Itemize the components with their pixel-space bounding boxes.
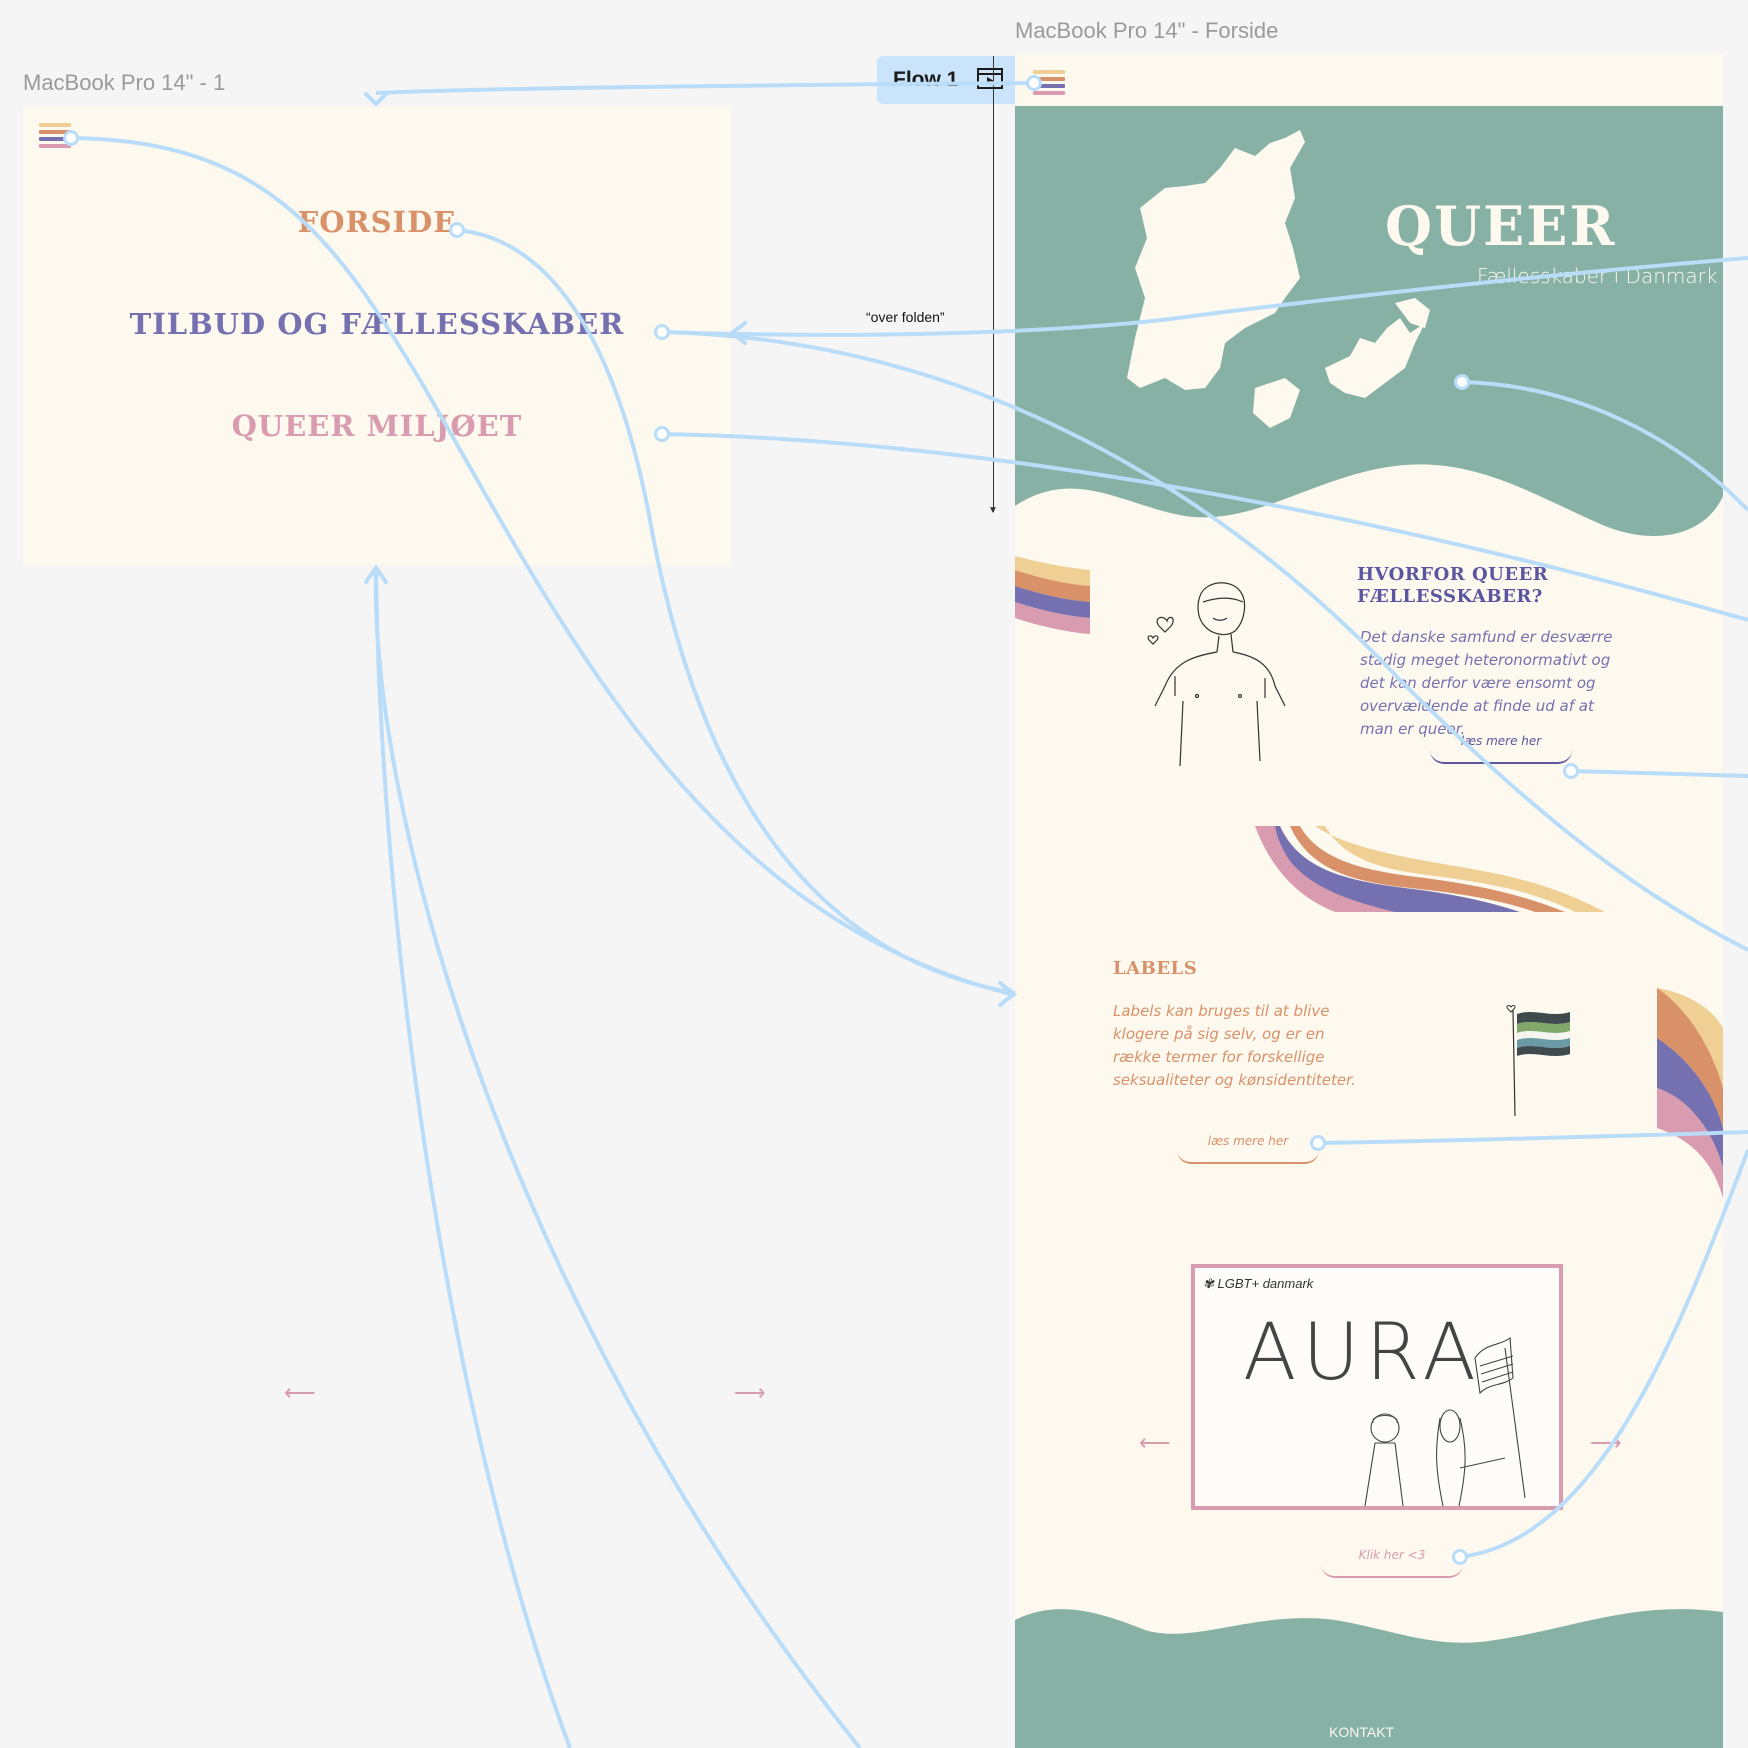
connection-node[interactable]	[1026, 75, 1042, 91]
connection-node[interactable]	[1563, 763, 1579, 779]
connection-node[interactable]	[654, 426, 670, 442]
fold-indicator-arrow: ▼	[988, 505, 998, 516]
rainbow-wave-decoration	[1255, 826, 1605, 912]
carousel-next-arrow[interactable]: ⟶	[1590, 1430, 1622, 1456]
carousel-prev-arrow[interactable]: ⟵	[1139, 1430, 1171, 1456]
flower-icon: ✾	[1203, 1276, 1214, 1291]
why-section-text: Det danske samfund er desværre stadig me…	[1360, 628, 1613, 738]
flow-badge-label: Flow 1	[893, 68, 959, 91]
play-frame-icon	[977, 68, 1003, 89]
carousel-card[interactable]: ✾ LGBT+ danmark AURA	[1191, 1264, 1563, 1510]
connection-node[interactable]	[1310, 1135, 1326, 1151]
menu-frame: FORSIDE TILBUD OG FÆLLESSKABER QUEER MIL…	[23, 107, 731, 565]
connection-node[interactable]	[654, 324, 670, 340]
menu-link-tilbud[interactable]: TILBUD OG FÆLLESSKABER	[23, 307, 731, 341]
two-people-with-flag-drawing	[1364, 1336, 1526, 1506]
lgbt-danmark-logo: ✾ LGBT+ danmark	[1203, 1276, 1313, 1292]
fold-note: “over folden”	[866, 309, 945, 325]
connection-node[interactable]	[449, 222, 465, 238]
why-section-title: HVORFOR QUEER FÆLLESSKABER?	[1357, 564, 1548, 608]
footer-contact-link[interactable]: KONTAKT	[1329, 1724, 1394, 1740]
homepage-frame: QUEER Fællesskaber i Danmark HVORFOR QUE…	[1015, 54, 1723, 1748]
logo-text: LGBT+ danmark	[1217, 1276, 1314, 1291]
hero-subtitle: Fællesskaber i Danmark	[1477, 264, 1718, 288]
menu-link-forside[interactable]: FORSIDE	[23, 205, 731, 239]
menu-frame-label[interactable]: MacBook Pro 14" - 1	[23, 70, 225, 96]
why-title-line1: HVORFOR QUEER	[1357, 564, 1549, 585]
labels-section-text: Labels kan bruges til at blive klogere p…	[1113, 1002, 1356, 1089]
denmark-map-silhouette	[1127, 130, 1430, 428]
labels-section-title: LABELS	[1113, 958, 1198, 979]
fold-indicator-line	[993, 56, 994, 512]
person-line-drawing	[1147, 582, 1286, 766]
carousel-click-button[interactable]: Klik her <3	[1321, 1548, 1463, 1578]
pride-flag-drawing	[1506, 1005, 1570, 1116]
why-read-more-button[interactable]: læs mere her	[1430, 734, 1572, 764]
menu-next-arrow[interactable]: ⟶	[734, 1380, 766, 1406]
labels-read-more-button[interactable]: læs mere her	[1177, 1134, 1319, 1164]
rainbow-stripe-decoration	[1657, 988, 1723, 1198]
connection-node[interactable]	[63, 130, 79, 146]
flow-badge[interactable]: Flow 1	[877, 56, 1015, 104]
menu-link-queer-miljoet[interactable]: QUEER MILJØET	[23, 409, 731, 443]
hero-title: QUEER	[1385, 194, 1617, 258]
menu-prev-arrow[interactable]: ⟵	[284, 1380, 316, 1406]
rainbow-stripe-decoration	[1015, 556, 1090, 634]
connection-node[interactable]	[1454, 374, 1470, 390]
connection-node[interactable]	[1452, 1549, 1468, 1565]
why-title-line2: FÆLLESSKABER?	[1357, 586, 1543, 607]
page-frame-label[interactable]: MacBook Pro 14" - Forside	[1015, 18, 1278, 44]
